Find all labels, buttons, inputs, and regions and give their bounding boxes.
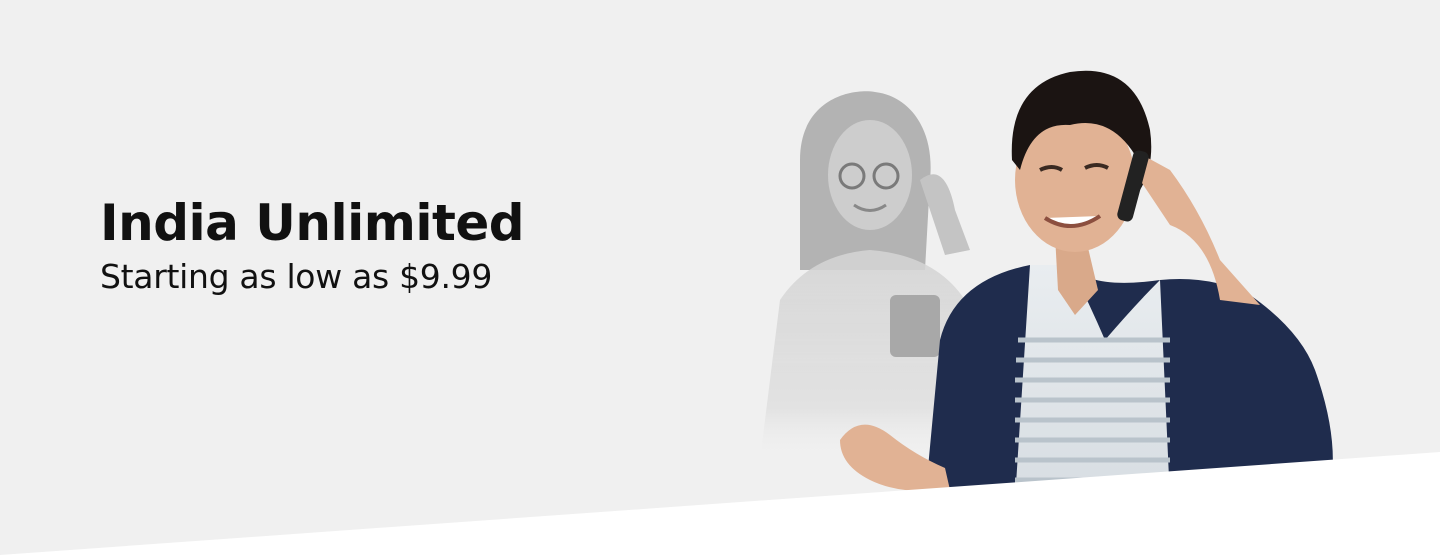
banner-text: India Unlimited Starting as low as $9.99: [100, 192, 700, 300]
banner-title: India Unlimited: [100, 194, 525, 252]
promo-banner: India Unlimited Starting as low as $9.99: [0, 0, 1440, 555]
banner-subtitle: Starting as low as $9.99: [100, 257, 493, 296]
promo-photo: [760, 70, 1333, 500]
